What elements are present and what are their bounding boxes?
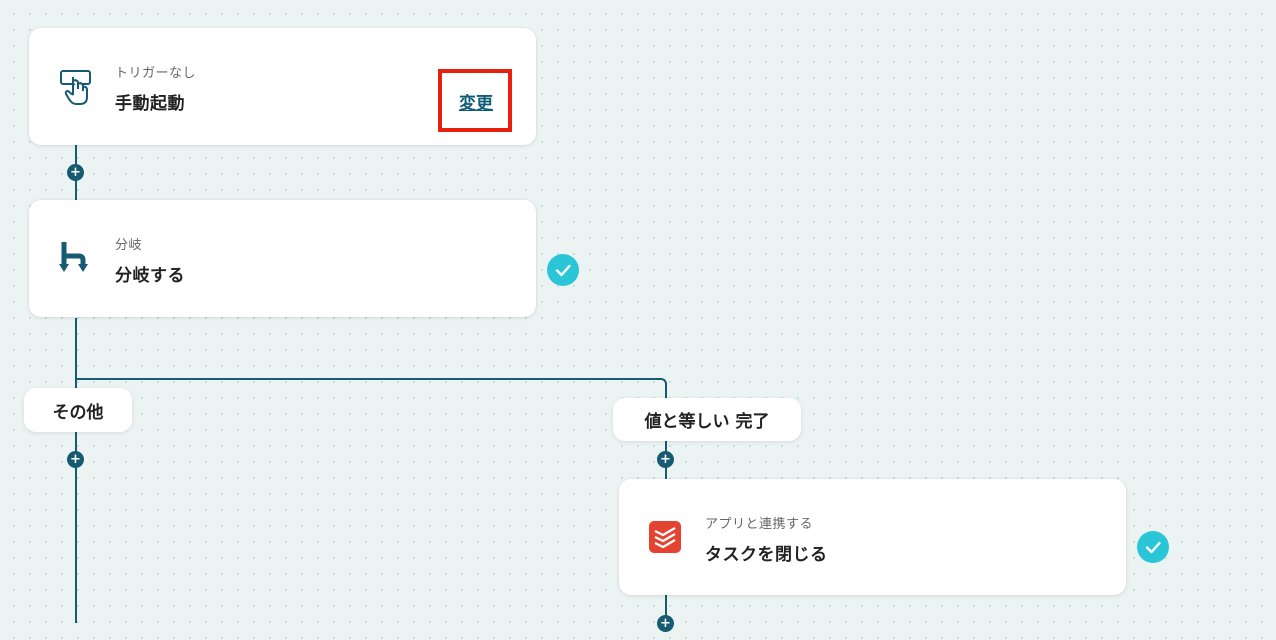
- branch-icon: [59, 241, 93, 282]
- change-trigger-link[interactable]: 変更: [459, 89, 493, 114]
- trigger-node-title: 手動起動: [115, 94, 185, 114]
- add-step-button[interactable]: +: [67, 451, 84, 468]
- branch-label-condition[interactable]: 値と等しい 完了: [613, 398, 801, 441]
- app-action-node-card[interactable]: アプリと連携する タスクを閉じる: [619, 479, 1126, 595]
- branch-complete-check-icon: [547, 254, 579, 286]
- connector-line: [75, 318, 77, 623]
- trigger-node-subtitle: トリガーなし: [115, 66, 197, 81]
- todoist-icon: [649, 521, 681, 557]
- add-step-button[interactable]: +: [67, 164, 84, 181]
- add-step-button[interactable]: +: [657, 615, 674, 632]
- add-step-button[interactable]: +: [657, 451, 674, 468]
- app-action-complete-check-icon: [1137, 531, 1169, 563]
- connector-line: [75, 378, 659, 380]
- branch-node-title: 分岐する: [115, 266, 185, 286]
- branch-node-subtitle: 分岐: [115, 238, 143, 253]
- branch-label-other[interactable]: その他: [24, 388, 132, 432]
- app-action-node-subtitle: アプリと連携する: [705, 517, 814, 532]
- branch-node-card[interactable]: 分岐 分岐する: [29, 200, 536, 317]
- app-action-node-title: タスクを閉じる: [705, 545, 828, 565]
- hand-pointer-icon: [59, 69, 93, 111]
